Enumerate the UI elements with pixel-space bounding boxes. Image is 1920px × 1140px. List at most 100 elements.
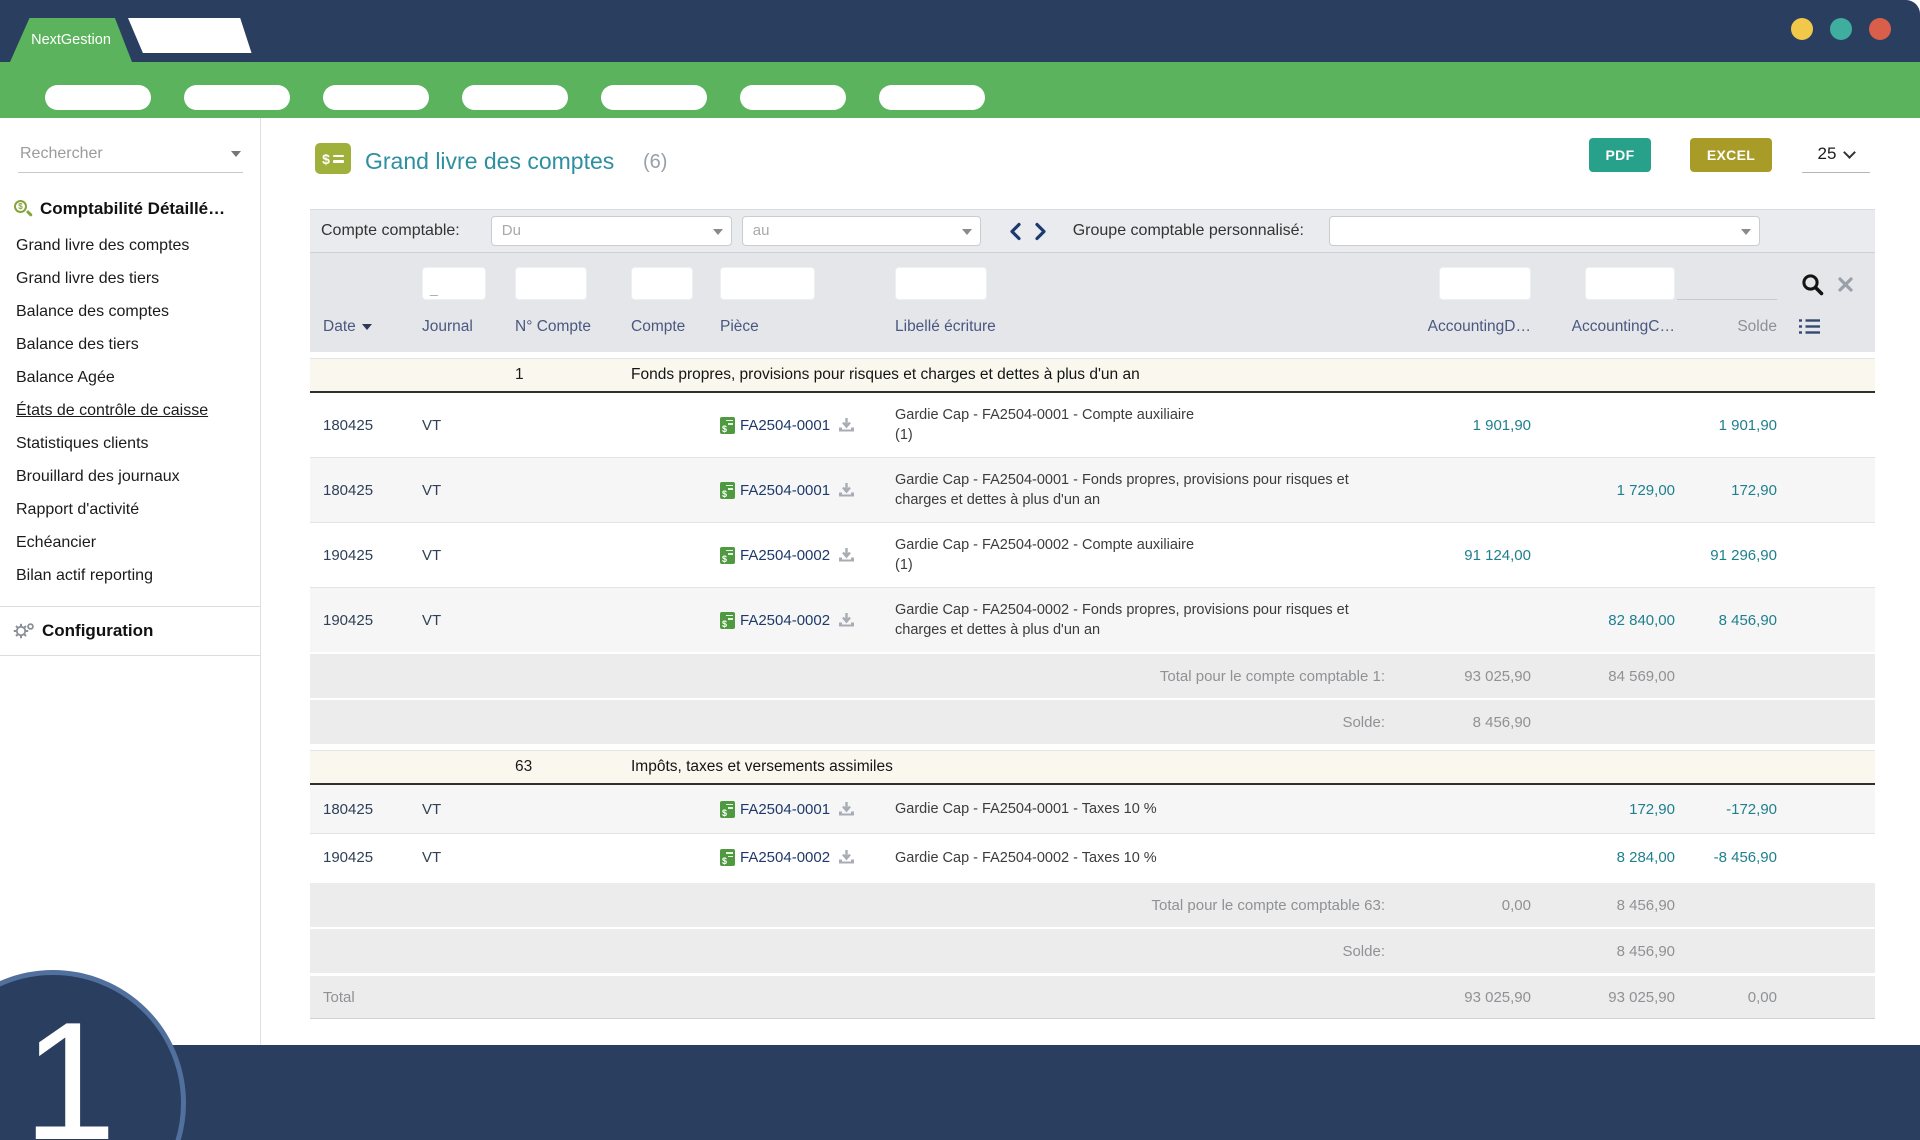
nav-pill[interactable]	[323, 85, 429, 110]
nav-pill[interactable]	[462, 85, 568, 110]
compte-filter-input[interactable]	[631, 267, 693, 300]
cell-piece: $ FA2504-0001	[720, 801, 895, 818]
compte-from-select[interactable]: Du	[491, 216, 732, 246]
sidebar-item-brouillard-des-journaux[interactable]: Brouillard des journaux	[0, 460, 260, 493]
cell-date: 180425	[323, 417, 422, 434]
cell-solde: -172,90	[1726, 801, 1777, 818]
journal-filter-input[interactable]: _	[422, 267, 486, 300]
clear-filter-icon[interactable]	[1838, 277, 1853, 292]
ncompte-filter-input[interactable]	[515, 267, 587, 300]
pdf-button[interactable]: PDF	[1589, 138, 1651, 172]
piece-filter-input[interactable]	[720, 267, 815, 300]
sidebar-item--tats-de-contr-le-de-caisse[interactable]: États de contrôle de caisse	[0, 394, 260, 427]
grand-total-debit: 93 025,90	[1464, 989, 1531, 1006]
brand-logo-tab[interactable]: NextGestion	[10, 18, 132, 62]
result-count: (6)	[643, 151, 667, 174]
footer-band	[0, 1045, 1920, 1140]
column-header-debit[interactable]: AccountingD…	[1428, 318, 1531, 336]
piece-link[interactable]: FA2504-0002	[740, 547, 830, 564]
credit-filter-input[interactable]	[1585, 267, 1675, 300]
prev-account-button[interactable]	[1009, 222, 1022, 241]
nav-pill[interactable]	[601, 85, 707, 110]
cell-journal: VT	[422, 801, 515, 818]
page-title: Grand livre des comptes	[365, 148, 614, 175]
window-dot[interactable]	[1869, 18, 1891, 40]
sidebar-item-grand-livre-des-tiers[interactable]: Grand livre des tiers	[0, 262, 260, 295]
nav-pill[interactable]	[879, 85, 985, 110]
column-header-piece[interactable]: Pièce	[720, 318, 895, 336]
chevron-down-icon	[1844, 146, 1857, 159]
debit-filter-input[interactable]	[1439, 267, 1531, 300]
total-credit: 8 456,90	[1617, 943, 1675, 960]
window-dot[interactable]	[1830, 18, 1852, 40]
main-content: $ Grand livre des comptes (6) PDF EXCEL …	[261, 118, 1920, 1045]
total-label: Total pour le compte comptable 1:	[1160, 668, 1401, 685]
search-icon[interactable]	[1801, 273, 1824, 296]
invoice-icon: $	[720, 801, 735, 818]
download-icon[interactable]	[838, 850, 855, 865]
sidebar-divider	[0, 606, 260, 607]
compte-to-select[interactable]: au	[742, 216, 981, 246]
column-header-journal[interactable]: Journal	[422, 318, 515, 336]
sidebar-item-grand-livre-des-comptes[interactable]: Grand livre des comptes	[0, 229, 260, 262]
sidebar-item-balance-des-comptes[interactable]: Balance des comptes	[0, 295, 260, 328]
brand-name: NextGestion	[31, 32, 111, 48]
sidebar-item-rapport-d-activit-[interactable]: Rapport d'activité	[0, 493, 260, 526]
table-row[interactable]: 180425 VT $ FA2504-0001 Gardie Cap - FA2…	[310, 457, 1875, 522]
download-icon[interactable]	[838, 418, 855, 433]
cell-libelle: Gardie Cap - FA2504-0002 - Fonds propres…	[895, 600, 1401, 640]
libelle-filter-input[interactable]	[895, 267, 987, 300]
invoice-icon: $	[720, 482, 735, 499]
piece-link[interactable]: FA2504-0002	[740, 612, 830, 629]
table-row[interactable]: 180425 VT $ FA2504-0001 Gardie Cap - FA2…	[310, 785, 1875, 833]
table-row[interactable]: 190425 VT $ FA2504-0002 Gardie Cap - FA2…	[310, 587, 1875, 652]
nav-pill[interactable]	[45, 85, 151, 110]
piece-link[interactable]: FA2504-0001	[740, 801, 830, 818]
column-header-ncompte[interactable]: N° Compte	[515, 318, 631, 336]
cell-libelle: Gardie Cap - FA2504-0001 - Taxes 10 %	[895, 799, 1401, 819]
group-account-number: 1	[515, 366, 631, 384]
download-icon[interactable]	[838, 613, 855, 628]
table-row[interactable]: 180425 VT $ FA2504-0001 Gardie Cap - FA2…	[310, 393, 1875, 457]
grand-total-credit: 93 025,90	[1608, 989, 1675, 1006]
table-row[interactable]: 190425 VT $ FA2504-0002 Gardie Cap - FA2…	[310, 522, 1875, 587]
cell-solde: 91 296,90	[1710, 547, 1777, 564]
nav-pill[interactable]	[740, 85, 846, 110]
piece-link[interactable]: FA2504-0001	[740, 482, 830, 499]
column-header-solde[interactable]: Solde	[1737, 318, 1777, 336]
solde-filter-underline[interactable]	[1677, 267, 1777, 300]
download-icon[interactable]	[838, 802, 855, 817]
total-debit: 8 456,90	[1473, 714, 1531, 731]
sidebar-item-balance-ag-e[interactable]: Balance Agée	[0, 361, 260, 394]
page-number: 1	[23, 997, 116, 1140]
column-header-compte[interactable]: Compte	[631, 318, 720, 336]
column-header-date[interactable]: Date	[323, 318, 422, 336]
piece-link[interactable]: FA2504-0002	[740, 849, 830, 866]
sidebar-item-statistiques-clients[interactable]: Statistiques clients	[0, 427, 260, 460]
sidebar-search[interactable]: Rechercher	[18, 138, 243, 173]
piece-link[interactable]: FA2504-0001	[740, 417, 830, 434]
window-dot[interactable]	[1791, 18, 1813, 40]
column-list-icon[interactable]	[1777, 318, 1875, 335]
column-filter-row: _	[310, 253, 1875, 301]
download-icon[interactable]	[838, 548, 855, 563]
next-account-button[interactable]	[1034, 222, 1047, 241]
cell-piece: $ FA2504-0002	[720, 547, 895, 564]
gear-icon	[13, 622, 35, 640]
sidebar-item-bilan-actif-reporting[interactable]: Bilan actif reporting	[0, 559, 260, 592]
cell-libelle: Gardie Cap - FA2504-0001 - Compte auxili…	[895, 405, 1401, 445]
groupe-comptable-select[interactable]	[1329, 216, 1760, 246]
table-row[interactable]: 190425 VT $ FA2504-0002 Gardie Cap - FA2…	[310, 833, 1875, 881]
cell-date: 190425	[323, 849, 422, 866]
total-debit: 93 025,90	[1464, 668, 1531, 685]
sidebar-item-configuration[interactable]: Configuration	[0, 621, 260, 641]
sidebar-item-balance-des-tiers[interactable]: Balance des tiers	[0, 328, 260, 361]
nav-pill[interactable]	[184, 85, 290, 110]
column-header-credit[interactable]: AccountingC…	[1572, 318, 1675, 336]
cell-credit: 172,90	[1629, 801, 1675, 818]
page-size-select[interactable]: 25	[1802, 142, 1870, 173]
download-icon[interactable]	[838, 483, 855, 498]
column-header-libelle[interactable]: Libellé écriture	[895, 318, 1401, 336]
excel-button[interactable]: EXCEL	[1690, 138, 1772, 172]
sidebar-item-ech-ancier[interactable]: Echéancier	[0, 526, 260, 559]
